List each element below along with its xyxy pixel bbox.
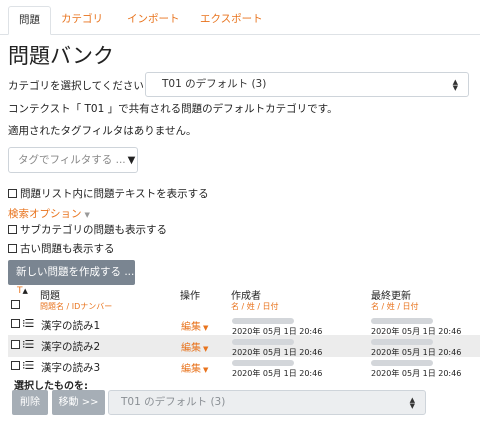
edit-menu[interactable]: 編集 ▼ [181,360,208,375]
search-options-toggle[interactable]: 検索オプション ▼ [8,206,90,221]
select-updown-icon: ▲ ▼ [452,77,458,92]
caret-down-icon: ▼ [203,366,209,374]
move-target-select[interactable]: T01 のデフォルト (3) ▲ ▼ [108,390,426,415]
modifier-name-redacted [371,339,433,345]
category-select-value: T01 のデフォルト (3) [162,78,267,90]
show-old-checkbox[interactable] [8,244,17,253]
search-options-label: 検索オプション [8,208,82,220]
creator-name-redacted [232,318,294,324]
table-row: ⁝☰ 漢字の読み2 編集 ▼ 2020年 05月 1日 20:46 2020年 0… [8,335,480,357]
edit-menu[interactable]: 編集 ▼ [181,318,208,333]
question-name: 漢字の読み3 [41,362,101,374]
tag-filter-info: 適用されたタグフィルタはありません。 [8,125,197,137]
row-checkbox[interactable] [11,340,20,349]
column-creator: 作成者 [231,291,261,302]
tab-import[interactable]: インポート [117,6,190,35]
show-text-label: 問題リスト内に問題テキストを表示する [20,188,209,200]
sort-question-name[interactable]: 問題名 / IDナンバー [40,301,112,312]
category-select[interactable]: T01 のデフォルト (3) ▲ ▼ [145,72,469,97]
page-title: 問題バンク [8,44,115,68]
show-text-option: 問題リスト内に問題テキストを表示する [8,186,209,201]
creator-name-redacted [232,360,294,366]
show-old-option: 古い問題も表示する [8,241,115,256]
select-updown-icon: ▲ ▼ [409,395,415,410]
column-question[interactable]: 問題 [40,287,60,302]
create-question-button[interactable]: 新しい問題を作成する ... [8,260,135,285]
edit-menu[interactable]: 編集 ▼ [181,339,208,354]
delete-button[interactable]: 削除 [12,390,48,415]
column-actions: 操作 [180,291,200,302]
tag-filter-placeholder: タグでフィルタする ... [18,154,126,166]
row-checkbox[interactable] [11,319,20,328]
sort-modified[interactable]: 名 / 姓 / 日付 [371,301,419,312]
column-modified: 最終更新 [371,291,411,302]
question-type-icon: ⁝☰ [22,317,34,330]
sort-creator[interactable]: 名 / 姓 / 日付 [231,301,279,312]
show-subcategories-checkbox[interactable] [8,225,17,234]
tab-questions[interactable]: 問題 [8,6,51,35]
modifier-name-redacted [371,318,433,324]
context-info: コンテクスト「 T01 」で共有される問題のデフォルトカテゴリです。 [8,103,338,115]
row-checkbox[interactable] [11,361,20,370]
question-type-icon: ⁝☰ [22,338,34,351]
tab-bar: 問題 カテゴリ インポート エクスポート [0,0,480,35]
caret-down-icon: ▼ [203,324,209,332]
tab-export[interactable]: エクスポート [190,6,273,35]
question-name: 漢字の読み2 [41,341,101,353]
dropdown-triangle-icon: ▼ [127,155,136,166]
show-old-label: 古い問題も表示する [20,243,115,255]
show-subcategories-option: サブカテゴリの問題も表示する [8,222,167,237]
sort-type-link[interactable]: T▲ [17,286,28,296]
modified-date: 2020年 05月 1日 20:46 [371,369,462,378]
tag-filter-dropdown[interactable]: タグでフィルタする ... ▼ [8,147,138,173]
show-subcategories-label: サブカテゴリの問題も表示する [20,224,167,236]
move-target-value: T01 のデフォルト (3) [121,396,226,408]
category-label: カテゴリを選択してください: [8,80,148,92]
table-row: ⁝☰ 漢字の読み1 編集 ▼ 2020年 05月 1日 20:46 2020年 0… [8,314,480,336]
select-all-checkbox[interactable] [11,300,20,309]
modifier-name-redacted [371,360,433,366]
tab-categories[interactable]: カテゴリ [51,6,113,35]
show-text-checkbox[interactable] [8,189,17,198]
creator-name-redacted [232,339,294,345]
table-row: ⁝☰ 漢字の読み3 編集 ▼ 2020年 05月 1日 20:46 2020年 0… [8,356,480,378]
created-date: 2020年 05月 1日 20:46 [232,369,323,378]
sort-asc-icon: ▲ [22,287,28,295]
move-button[interactable]: 移動 >> [52,390,105,415]
question-name: 漢字の読み1 [41,320,101,332]
caret-down-icon: ▼ [84,211,90,219]
caret-down-icon: ▼ [203,345,209,353]
question-type-icon: ⁝☰ [22,359,34,372]
